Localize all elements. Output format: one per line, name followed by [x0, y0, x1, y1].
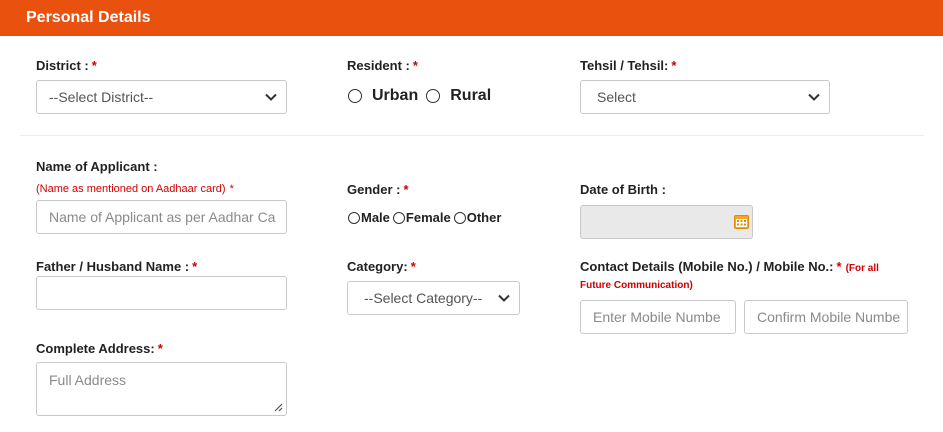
tehsil-label: Tehsil / Tehsil: * — [580, 58, 677, 73]
rural-label: Rural — [450, 87, 492, 104]
father-name-input[interactable] — [36, 276, 287, 310]
section-header: Personal Details — [0, 0, 943, 36]
district-label: District : * — [36, 58, 97, 73]
resident-label: Resident : * — [347, 58, 418, 73]
tehsil-select[interactable]: Select — [580, 80, 830, 114]
section-divider — [20, 135, 924, 136]
gender-label: Gender : * — [347, 182, 409, 197]
district-select[interactable]: --Select District-- — [36, 80, 287, 114]
other-radio[interactable] — [453, 211, 466, 224]
dob-input[interactable] — [580, 205, 753, 239]
resize-handle-icon[interactable] — [273, 402, 283, 412]
calendar-icon[interactable] — [734, 214, 749, 229]
contact-note: (For all — [845, 263, 879, 274]
father-label: Father / Husband Name : * — [36, 259, 198, 274]
resident-radio-group: Urban Rural — [348, 87, 499, 105]
dob-label: Date of Birth : — [580, 182, 666, 197]
chevron-down-icon — [808, 93, 820, 101]
applicant-note: (Name as mentioned on Aadhaar card) * — [36, 183, 234, 195]
mobile-number-input[interactable]: Enter Mobile Numbe — [580, 300, 736, 334]
address-textarea[interactable]: Full Address — [36, 362, 287, 416]
male-radio[interactable] — [348, 211, 360, 224]
applicant-name-input[interactable]: Name of Applicant as per Aadhar Ca — [36, 200, 287, 234]
contact-note-line2: Future Communication) — [580, 280, 693, 291]
female-radio[interactable] — [392, 211, 405, 224]
confirm-mobile-input[interactable]: Confirm Mobile Numbe — [744, 300, 908, 334]
section-title: Personal Details — [26, 9, 151, 26]
category-select[interactable]: --Select Category-- — [347, 281, 520, 315]
gender-radio-group: Male Female Other — [348, 210, 504, 225]
urban-label: Urban — [372, 87, 419, 104]
category-label: Category: * — [347, 259, 416, 274]
chevron-down-icon — [498, 294, 510, 302]
urban-radio[interactable] — [348, 89, 362, 103]
rural-radio[interactable] — [426, 89, 441, 103]
applicant-label: Name of Applicant : — [36, 159, 158, 174]
contact-label: Contact Details (Mobile No.) / Mobile No… — [580, 259, 879, 274]
address-label: Complete Address: * — [36, 341, 163, 356]
male-label: Male — [361, 210, 390, 225]
other-label: Other — [466, 210, 502, 225]
female-label: Female — [405, 210, 451, 225]
chevron-down-icon — [265, 93, 277, 101]
